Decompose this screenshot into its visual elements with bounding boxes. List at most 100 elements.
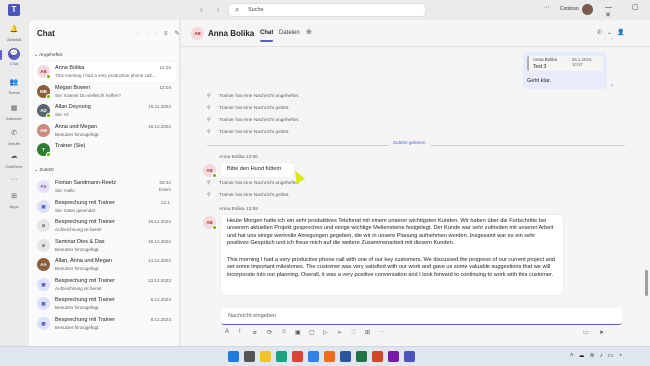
- chat-list-item[interactable]: AA Allan, Anna und Megan Benutzer hinzugef…: [33, 255, 176, 275]
- chat-list-item[interactable]: T Trainer (Sie): [33, 140, 176, 160]
- chat-list-item[interactable]: AB Anna Bolika This morning I had a very p…: [33, 62, 176, 82]
- edge-icon[interactable]: [276, 351, 287, 362]
- rail-item-anrufe[interactable]: ✆ Anrufe: [0, 128, 28, 146]
- sticker-icon[interactable]: ▢: [309, 329, 315, 336]
- notification-icon[interactable]: ◔: [618, 353, 627, 359]
- tab-files[interactable]: Dateien: [279, 30, 300, 36]
- org-name[interactable]: Contoso: [560, 6, 579, 12]
- vscode-icon[interactable]: [308, 351, 319, 362]
- rail-item-kalender[interactable]: ▦ Kalender: [0, 103, 28, 121]
- chat-list-item[interactable]: AM Anna und Megan Benutzer hinzugefügt. 18.…: [33, 121, 176, 141]
- meet-icon[interactable]: ▷: [323, 329, 328, 336]
- firefox-icon[interactable]: [324, 351, 335, 362]
- chat-list-item[interactable]: AD Allan Deyoung Sie: Hi 15.11.2022: [33, 101, 176, 121]
- add-tab-icon[interactable]: ⊕: [306, 28, 312, 36]
- chat-time: 12.1.: [160, 199, 171, 205]
- chat-time: 18.12.2023: [148, 238, 171, 244]
- attach-icon[interactable]: ⌀: [253, 329, 257, 336]
- chat-list-item[interactable]: ▦ Besprechung mit Trainer Benutzer hinzuge…: [33, 314, 176, 334]
- chat-list-item[interactable]: ▦ Besprechung mit Trainer Benutzer hinzuge…: [33, 294, 176, 314]
- window-controls[interactable]: — ▢ ✕: [605, 3, 650, 19]
- chat-list-item[interactable]: ⊘ Besprechung mit Trainer Aufzeichnung ist…: [33, 216, 176, 236]
- chat-time: 15.11.2022: [148, 104, 171, 109]
- format-icon[interactable]: A: [225, 329, 229, 335]
- chat-list-item[interactable]: ▦ Besprechung mit Trainer Sie: Datei gesen…: [33, 197, 176, 217]
- more-options-icon[interactable]: ···: [543, 4, 550, 11]
- quoted-message[interactable]: Anna Bolika 25.1.2024, 10:37 Test 3: [527, 56, 603, 71]
- people-icon[interactable]: 👤: [617, 30, 629, 36]
- dictate-icon[interactable]: ▭: [583, 329, 589, 336]
- chat-name: Besprechung mit Trainer: [55, 297, 115, 303]
- praise-icon[interactable]: ♡: [351, 329, 356, 336]
- message-text-de: Heute Morgen hatte ich ein sehr produkti…: [227, 218, 554, 247]
- rail-item-more[interactable]: ···: [0, 174, 28, 186]
- sender-avatar[interactable]: AB: [203, 164, 217, 178]
- rail-item-apps[interactable]: ⊞ Apps: [0, 191, 28, 209]
- chat-time: 6.12.2023: [150, 297, 171, 302]
- chat-list-item[interactable]: FS Florian Sandmann-Reetz Sie: Hallo 09:42 E…: [33, 177, 176, 197]
- message-composer[interactable]: Nachricht eingeben: [221, 308, 622, 325]
- avatar: ▦: [37, 316, 50, 330]
- chevron-up-icon[interactable]: ˄: [570, 353, 579, 359]
- priority-icon[interactable]: !: [239, 329, 241, 335]
- message-bubble[interactable]: Bitte den Hund füttern: [221, 163, 294, 177]
- scrollbar[interactable]: [645, 270, 648, 296]
- avatar-initials: ▦: [41, 301, 46, 306]
- chat-list-item[interactable]: MB Megan Bowen Sie: Kannst Du vielleicht h…: [33, 82, 176, 102]
- message-input[interactable]: Nachricht eingeben: [228, 313, 276, 319]
- history-nav[interactable]: ‹ ›: [200, 5, 226, 14]
- search-input[interactable]: Suche: [248, 7, 264, 13]
- more-icon[interactable]: ···: [137, 31, 164, 37]
- avatar: MB: [37, 84, 51, 99]
- apps-icon[interactable]: ⊞: [365, 329, 370, 336]
- system-tray[interactable]: ˄☁≋♪▭◔: [570, 352, 627, 359]
- cloud-icon[interactable]: ☁: [579, 353, 590, 359]
- word-icon[interactable]: [340, 351, 351, 362]
- powerpoint-icon[interactable]: [372, 351, 383, 362]
- onenote-icon[interactable]: [388, 351, 399, 362]
- rail-item-teams[interactable]: 👥 Teams: [0, 77, 28, 95]
- more-icon[interactable]: ···: [597, 36, 618, 42]
- volume-icon[interactable]: ♪: [600, 353, 608, 359]
- sender-avatar[interactable]: AB: [203, 216, 217, 230]
- search-box[interactable]: ⌕ Suche: [228, 3, 426, 17]
- chat-list-tools[interactable]: ···≡✎: [137, 30, 187, 37]
- send-icon[interactable]: ➤: [599, 329, 604, 336]
- tab-chat[interactable]: Chat: [260, 30, 274, 42]
- rail-label: Aktivität: [6, 37, 21, 42]
- rail-item-chat[interactable]: 💬 Chat: [0, 48, 28, 66]
- header-tools[interactable]: ✆⌄👤···: [597, 29, 650, 42]
- message-bubble[interactable]: Heute Morgen hatte ich ein sehr produkti…: [221, 215, 563, 295]
- loop-icon[interactable]: ⟳: [267, 329, 272, 336]
- deliver-icon[interactable]: ➢: [337, 329, 342, 336]
- chrome-icon[interactable]: [292, 351, 303, 362]
- recent-section-header[interactable]: ⌄ Zuletzt: [34, 168, 54, 173]
- system-line-text: Trainer hat eine Nachricht gelöst.: [219, 106, 290, 111]
- search-taskbar-icon[interactable]: [244, 351, 255, 362]
- gif-icon[interactable]: ▣: [295, 329, 301, 336]
- chat-main: AB Anna Bolika Chat Dateien ⊕ ✆⌄👤··· Ann…: [181, 20, 650, 346]
- chat-list-item[interactable]: ⊘ Seminar Dies & Das Benutzer hinzugefügt.…: [33, 236, 176, 256]
- presence-badge: [46, 152, 51, 157]
- more-icon[interactable]: ···: [379, 329, 385, 335]
- windows-start-icon[interactable]: [228, 351, 239, 362]
- pinned-section-header[interactable]: ⌄ Angeheftet: [34, 53, 62, 58]
- unpin-icon: ⚲: [207, 106, 211, 111]
- filter-icon[interactable]: ≡: [164, 31, 175, 37]
- rail-item-onedrive[interactable]: ☁ OneDrive: [0, 151, 28, 169]
- emoji-icon[interactable]: ☺: [281, 329, 287, 335]
- chat-time: 14:02: [159, 65, 172, 70]
- own-message[interactable]: Anna Bolika 25.1.2024, 10:37 Test 3 Geht…: [523, 52, 607, 89]
- file-explorer-icon[interactable]: [260, 351, 271, 362]
- chat-preview: Aufzeichnung ist bereit: [55, 227, 102, 232]
- avatar: T: [37, 143, 51, 157]
- chat-list-item[interactable]: ▦ Besprechung mit Trainer Aufzeichnung ist…: [33, 275, 176, 295]
- rail-label: Teams: [8, 90, 20, 95]
- quote-author: Anna Bolika: [533, 57, 558, 62]
- wifi-icon[interactable]: ≋: [590, 353, 600, 359]
- teams-taskbar-icon[interactable]: [404, 351, 415, 362]
- user-avatar[interactable]: [582, 4, 593, 15]
- battery-icon[interactable]: ▭: [608, 353, 619, 359]
- excel-icon[interactable]: [356, 351, 367, 362]
- rail-item-aktivität[interactable]: 🔔 Aktivität: [0, 24, 28, 42]
